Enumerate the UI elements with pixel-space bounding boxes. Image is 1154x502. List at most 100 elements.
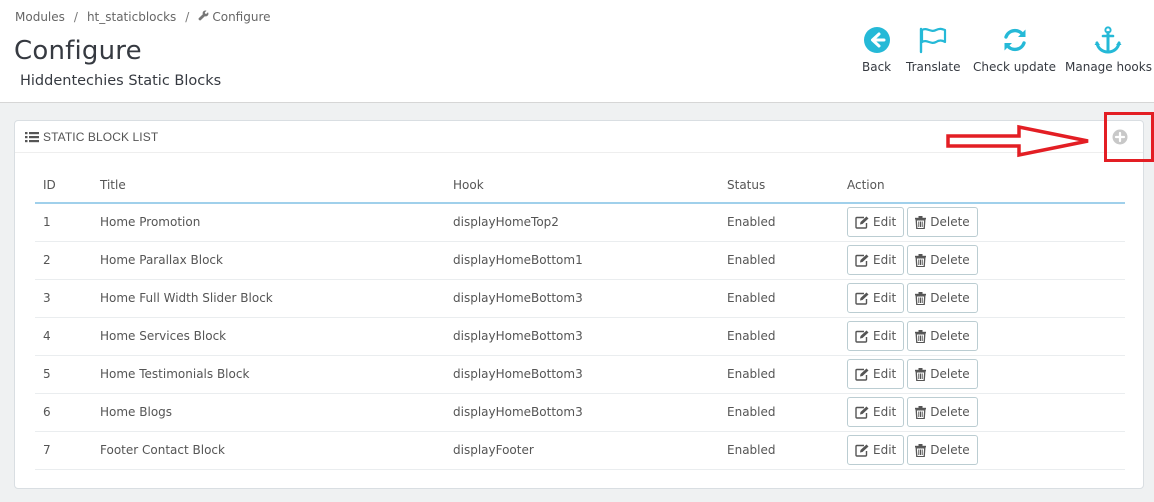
cell-action: Edit Delete [839,431,1125,470]
delete-label: Delete [930,367,970,381]
delete-button[interactable]: Delete [907,321,978,351]
cell-status: Enabled [719,317,839,356]
cell-id: 2 [35,241,92,280]
breadcrumb: Modules / ht_staticblocks / Configure [15,10,271,24]
check-update-button[interactable]: Check update [973,26,1056,74]
cell-title: Home Promotion [92,203,445,242]
list-icon [25,132,39,143]
cell-action: Edit Delete [839,203,1125,242]
delete-button[interactable]: Delete [907,245,978,275]
edit-icon [855,330,869,343]
edit-button[interactable]: Edit [847,397,905,427]
anchor-icon [1094,26,1122,54]
cell-id: 3 [35,279,92,318]
delete-button[interactable]: Delete [907,207,978,238]
check-update-label: Check update [973,60,1057,74]
delete-label: Delete [930,405,970,419]
delete-label: Delete [930,291,970,305]
column-header-action: Action [839,168,1125,204]
cell-id: 4 [35,317,92,356]
edit-button[interactable]: Edit [847,435,905,465]
back-label: Back [862,60,892,74]
delete-button[interactable]: Delete [907,397,978,427]
trash-icon [915,215,927,229]
trash-icon [915,253,927,267]
static-blocks-table: ID Title Hook Status Action 1 Home Promot… [35,168,1125,470]
table-body: 1 Home Promotion displayHomeTop2 Enabled Edi… [35,203,1125,470]
edit-label: Edit [873,405,897,419]
trash-icon [915,367,927,381]
cell-action: Edit Delete [839,393,1125,432]
edit-icon [855,406,869,419]
delete-button[interactable]: Delete [907,283,978,313]
translate-button[interactable]: Translate [906,26,961,74]
edit-icon [855,292,869,305]
trash-icon [915,329,927,343]
edit-label: Edit [873,443,897,457]
table-row: 5 Home Testimonials Block displayHomeBotto… [35,355,1125,394]
back-button[interactable]: Back [862,26,891,74]
panel-title: Static block list [25,130,158,144]
cell-hook: displayHomeTop2 [445,203,719,242]
column-header-hook: Hook [445,168,719,204]
breadcrumb-item-current: Configure [212,10,271,24]
edit-button[interactable]: Edit [847,207,905,238]
table-row: 2 Home Parallax Block displayHomeBottom1 En… [35,241,1125,280]
page-title: Configure [14,36,142,66]
edit-button[interactable]: Edit [847,321,905,351]
trash-icon [915,443,927,457]
cell-status: Enabled [719,203,839,242]
edit-button[interactable]: Edit [847,359,905,389]
table-row: 1 Home Promotion displayHomeTop2 Enabled Edi… [35,203,1125,242]
cell-id: 5 [35,355,92,394]
cell-hook: displayHomeBottom3 [445,355,719,394]
manage-hooks-label: Manage hooks [1065,60,1152,74]
edit-button[interactable]: Edit [847,283,905,313]
cell-title: Home Full Width Slider Block [92,279,445,318]
cell-status: Enabled [719,393,839,432]
page-subtitle: Hiddentechies Static Blocks [20,73,222,89]
cell-action: Edit Delete [839,279,1125,318]
cell-action: Edit Delete [839,355,1125,394]
edit-icon [855,368,869,381]
cell-title: Home Testimonials Block [92,355,445,394]
cell-title: Footer Contact Block [92,431,445,470]
cell-action: Edit Delete [839,317,1125,356]
static-block-list-panel: Static block list ID Title Hook Status A… [14,120,1144,489]
cell-hook: displayHomeBottom1 [445,241,719,280]
breadcrumb-separator: / [185,10,190,24]
edit-button[interactable]: Edit [847,245,905,275]
delete-button[interactable]: Delete [907,359,978,389]
delete-button[interactable]: Delete [907,435,978,465]
edit-icon [855,444,869,457]
flag-icon [920,27,947,54]
breadcrumb-item-module[interactable]: ht_staticblocks [87,10,176,24]
annotation-highlight-box [1104,112,1154,162]
column-header-status: Status [719,168,839,204]
refresh-icon [1003,28,1026,52]
page-header: Modules / ht_staticblocks / Configure Co… [0,0,1154,103]
edit-label: Edit [873,291,897,305]
trash-icon [915,291,927,305]
column-header-title: Title [92,168,445,204]
cell-hook: displayHomeBottom3 [445,317,719,356]
cell-hook: displayFooter [445,431,719,470]
cell-id: 6 [35,393,92,432]
table-header-row: ID Title Hook Status Action [35,168,1125,204]
cell-status: Enabled [719,241,839,280]
cell-status: Enabled [719,279,839,318]
breadcrumb-item-modules[interactable]: Modules [15,10,65,24]
manage-hooks-button[interactable]: Manage hooks [1065,26,1152,74]
cell-action: Edit Delete [839,241,1125,280]
edit-label: Edit [873,367,897,381]
cell-id: 1 [35,203,92,242]
wrench-icon [198,10,209,24]
cell-id: 7 [35,431,92,470]
back-circle-icon [863,27,890,53]
table-row: 3 Home Full Width Slider Block displayHome… [35,279,1125,318]
trash-icon [915,405,927,419]
breadcrumb-separator: / [73,10,78,24]
edit-icon [855,216,869,229]
edit-label: Edit [873,215,897,230]
delete-label: Delete [930,253,970,267]
